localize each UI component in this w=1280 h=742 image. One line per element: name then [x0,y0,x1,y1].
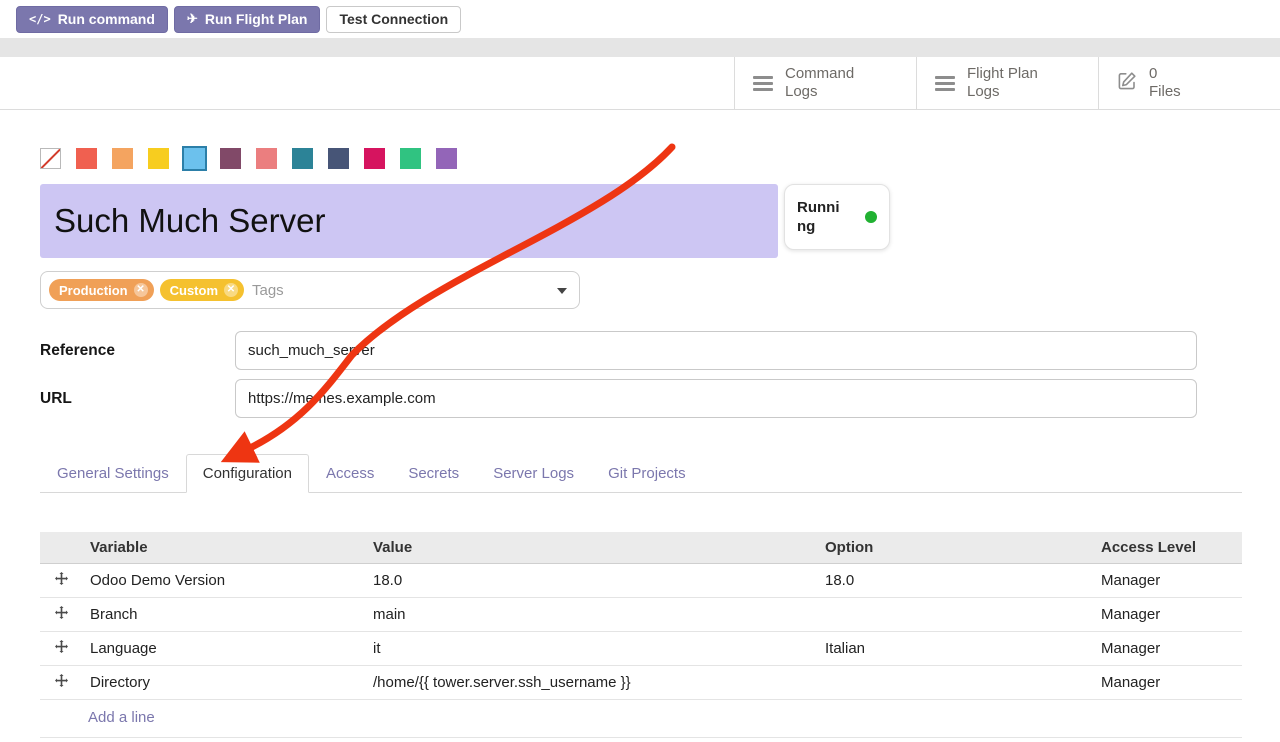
cell-option[interactable]: 18.0 [817,564,1093,598]
cell-access-level[interactable]: Manager [1093,666,1242,700]
reference-field-row: Reference [40,331,1242,370]
remove-tag-icon[interactable]: ✕ [224,283,238,297]
separator-strip [0,38,1280,57]
reference-input[interactable] [235,331,1197,370]
column-header-option: Option [817,532,1093,564]
add-a-line-link[interactable]: Add a line [88,709,155,726]
url-input[interactable] [235,379,1197,418]
test-connection-button[interactable]: Test Connection [326,6,461,33]
list-icon [753,76,773,91]
color-swatch[interactable] [364,148,385,169]
top-toolbar: </> Run command ✈ Run Flight Plan Test C… [0,0,1280,38]
files-label: 0Files [1149,65,1181,101]
list-icon [935,76,955,91]
tab-general-settings[interactable]: General Settings [40,454,186,493]
command-logs-button[interactable]: CommandLogs [734,57,916,109]
flight-plan-logs-label: Flight PlanLogs [967,65,1038,101]
column-header-value: Value [365,532,817,564]
run-command-button[interactable]: </> Run command [16,6,168,33]
variables-table: Variable Value Option Access Level Odoo … [40,532,1242,700]
tab-secrets[interactable]: Secrets [391,454,476,493]
color-swatch[interactable] [436,148,457,169]
table-row: Directory /home/{{ tower.server.ssh_user… [40,666,1242,700]
tab-configuration[interactable]: Configuration [186,454,309,493]
cell-option[interactable]: Italian [817,632,1093,666]
cell-value[interactable]: it [365,632,817,666]
command-logs-label: CommandLogs [785,65,854,101]
table-row: Language it Italian Manager [40,632,1242,666]
column-header-variable: Variable [82,532,365,564]
tag-production: Production ✕ [49,279,154,301]
tag-custom: Custom ✕ [160,279,244,301]
table-header-row: Variable Value Option Access Level [40,532,1242,564]
cell-access-level[interactable]: Manager [1093,598,1242,632]
remove-tag-icon[interactable]: ✕ [134,283,148,297]
run-flight-plan-label: Run Flight Plan [205,11,308,27]
color-swatch[interactable] [256,148,277,169]
cell-variable[interactable]: Branch [82,598,365,632]
flight-plan-logs-button[interactable]: Flight PlanLogs [916,57,1098,109]
tags-placeholder: Tags [252,282,284,299]
color-swatch[interactable] [76,148,97,169]
cell-access-level[interactable]: Manager [1093,564,1242,598]
tab-git-projects[interactable]: Git Projects [591,454,703,493]
status-dot [865,211,877,223]
url-field-row: URL [40,379,1242,418]
code-icon: </> [29,12,51,26]
notebook-tabs: General Settings Configuration Access Se… [40,454,1242,493]
drag-handle-icon[interactable] [40,666,82,700]
chevron-down-icon[interactable] [557,288,567,294]
cell-option[interactable] [817,598,1093,632]
color-swatch[interactable] [184,148,205,169]
color-swatch[interactable] [148,148,169,169]
table-row: Odoo Demo Version 18.0 18.0 Manager [40,564,1242,598]
cell-value[interactable]: main [365,598,817,632]
add-line-row: Add a line [40,700,1242,738]
plane-icon: ✈ [187,11,198,27]
cell-access-level[interactable]: Manager [1093,632,1242,666]
status-badge: Running [784,184,890,250]
drag-handle-icon[interactable] [40,564,82,598]
color-swatch[interactable] [220,148,241,169]
form-sheet: Running Production ✕ Custom ✕ Tags Refer… [0,110,1280,738]
status-label: Running [797,198,845,237]
tab-server-logs[interactable]: Server Logs [476,454,591,493]
cell-variable[interactable]: Directory [82,666,365,700]
drag-handle-icon[interactable] [40,598,82,632]
color-swatch[interactable] [292,148,313,169]
edit-icon [1117,71,1137,96]
table-row: Branch main Manager [40,598,1242,632]
tags-field[interactable]: Production ✕ Custom ✕ Tags [40,271,580,309]
cell-variable[interactable]: Odoo Demo Version [82,564,365,598]
form-header: CommandLogs Flight PlanLogs 0Files [0,57,1280,110]
run-flight-plan-button[interactable]: ✈ Run Flight Plan [174,6,321,33]
color-swatch[interactable] [112,148,133,169]
tag-label: Production [59,283,128,298]
tag-label: Custom [170,283,218,298]
color-swatch[interactable] [328,148,349,169]
tab-access[interactable]: Access [309,454,391,493]
cell-value[interactable]: /home/{{ tower.server.ssh_username }} [365,666,817,700]
drag-handle-icon[interactable] [40,632,82,666]
cell-variable[interactable]: Language [82,632,365,666]
title-row: Running [40,184,1242,258]
files-button[interactable]: 0Files [1098,57,1280,109]
server-name-input[interactable] [40,184,778,258]
run-command-label: Run command [58,11,155,27]
reference-label: Reference [40,342,235,360]
cell-value[interactable]: 18.0 [365,564,817,598]
drag-handle-column-header [40,532,82,564]
test-connection-label: Test Connection [339,11,448,27]
color-swatch[interactable] [400,148,421,169]
color-swatch-none[interactable] [40,148,61,169]
column-header-access-level: Access Level [1093,532,1242,564]
color-picker [40,148,1242,169]
url-label: URL [40,390,235,408]
cell-option[interactable] [817,666,1093,700]
